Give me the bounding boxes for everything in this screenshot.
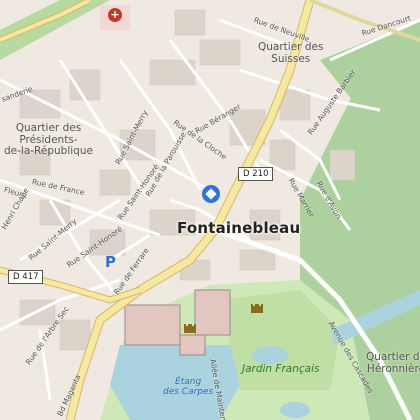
district-suisses-line1: Quartier des [258,41,324,53]
road-shield-d417: D 417 [8,270,44,284]
district-presidents: Quartier des Présidents- de-la-Républiqu… [4,122,93,158]
jardin-francais-label: Jardin Français [242,363,320,375]
castle-icon-2[interactable] [250,300,264,314]
road-shield-d210: D 210 [238,167,274,181]
district-presidents-line3: de-la-République [4,145,93,158]
map-canvas[interactable]: + P D 210 D 417 Fontainebleau Quartier d… [0,0,420,420]
district-suisses: Quartier des Suisses [258,41,324,65]
district-presidents-line1: Quartier des [15,122,82,134]
district-heronniere-line1: Quartier de [366,351,420,363]
hospital-icon[interactable]: + [108,8,122,22]
parking-icon[interactable]: P [105,253,116,271]
tourism-info-icon[interactable] [202,185,220,203]
map-base-layer [0,0,420,420]
district-heronniere: Quartier de Héronnière [366,351,420,375]
castle-icon[interactable] [183,320,197,334]
etang-label: Étang des Carpes [163,377,214,398]
district-heronniere-line2: Héronnière [366,362,420,375]
etang-label-line2: des Carpes [163,386,214,397]
info-diamond-icon [205,188,217,200]
city-label: Fontainebleau [177,219,301,237]
district-suisses-line2: Suisses [271,52,311,65]
